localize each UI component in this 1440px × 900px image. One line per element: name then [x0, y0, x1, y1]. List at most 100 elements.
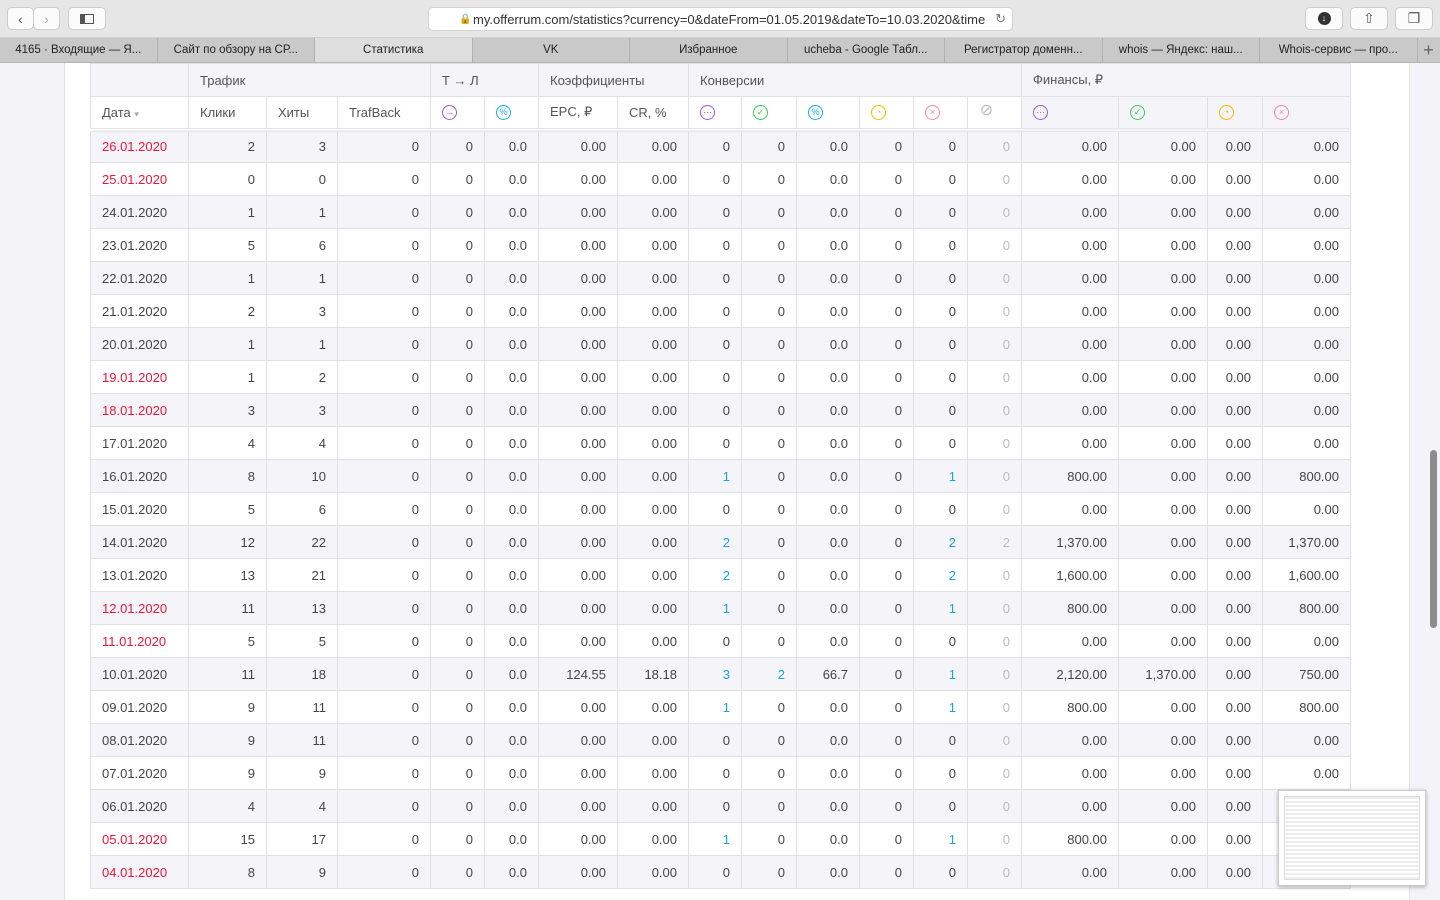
cell-fin-approved: 0.00	[1118, 459, 1208, 493]
cell-conv-rejected[interactable]: 1	[913, 822, 968, 856]
cell-date[interactable]: 12.01.2020	[90, 591, 189, 625]
reload-icon[interactable]: ↻	[995, 11, 1006, 27]
browser-tab[interactable]: Whois-сервис — про...	[1260, 38, 1418, 62]
header-epc[interactable]: EPC, ₽	[538, 96, 618, 132]
browser-tab[interactable]: 4165 · Входящие — Я...	[0, 38, 158, 62]
header-approved[interactable]: ✓	[1118, 96, 1208, 132]
header-pending[interactable]: ···	[1021, 96, 1119, 132]
cell-conv-total[interactable]: 2	[688, 558, 742, 592]
cell-conv-approved[interactable]: 2	[741, 657, 797, 691]
cell-date[interactable]: 20.01.2020	[90, 327, 189, 361]
table-row: 08.01.2020 9 11 0 0 0.0 0.00 0.00 0 0 0.0 0 0 0 0.00 0.…	[90, 723, 1351, 757]
cell-trafback: 0	[337, 591, 431, 625]
cell-conv-approved: 0	[741, 822, 797, 856]
cell-conv-total: 0	[688, 492, 742, 526]
cell-clicks: 1	[188, 327, 267, 361]
browser-tab[interactable]: whois — Яндекс: наш...	[1103, 38, 1260, 62]
cell-hits: 4	[266, 789, 338, 823]
cell-conv-trash: 0	[967, 426, 1022, 460]
header-date[interactable]: Дата ▾	[90, 96, 189, 132]
header-rejected[interactable]: ×	[1262, 96, 1351, 132]
header-clicks[interactable]: Клики	[188, 96, 267, 132]
forward-button[interactable]: ›	[33, 7, 60, 30]
header-trafback[interactable]: TrafBack	[337, 96, 431, 132]
cell-conv-pct: 0.0	[796, 723, 860, 757]
cell-date[interactable]: 09.01.2020	[90, 690, 189, 724]
cell-date[interactable]: 26.01.2020	[90, 129, 189, 163]
cell-date[interactable]: 04.01.2020	[90, 855, 189, 889]
cell-date[interactable]: 07.01.2020	[90, 756, 189, 790]
header-arrow-right[interactable]: →	[430, 96, 485, 132]
cell-conv-rejected[interactable]: 1	[913, 690, 968, 724]
tabs-overview-button[interactable]: ❐	[1395, 7, 1433, 30]
cell-conv-trash[interactable]: 2	[967, 525, 1022, 559]
header-hold[interactable]: ◔	[859, 96, 914, 132]
cell-date[interactable]: 19.01.2020	[90, 360, 189, 394]
cell-date[interactable]: 14.01.2020	[90, 525, 189, 559]
cell-conv-rejected[interactable]: 2	[913, 525, 968, 559]
cell-date[interactable]: 13.01.2020	[90, 558, 189, 592]
cell-date[interactable]: 24.01.2020	[90, 195, 189, 229]
cell-date[interactable]: 06.01.2020	[90, 789, 189, 823]
cell-date[interactable]: 15.01.2020	[90, 492, 189, 526]
cell-t2l-pct: 0.0	[484, 393, 539, 427]
cell-date[interactable]: 21.01.2020	[90, 294, 189, 328]
pending-icon: ···	[700, 105, 715, 121]
cell-hits: 13	[266, 591, 338, 625]
table-row: 04.01.2020 8 9 0 0 0.0 0.00 0.00 0 0 0.0 0 0 0 0.00 0.0…	[90, 855, 1351, 889]
cell-conv-total[interactable]: 1	[688, 822, 742, 856]
cell-date[interactable]: 05.01.2020	[90, 822, 189, 856]
new-tab-button[interactable]: +	[1418, 38, 1440, 62]
address-bar[interactable]: 🔒 my.offerrum.com/statistics?currency=0&d…	[428, 7, 1013, 31]
cell-conv-total[interactable]: 3	[688, 657, 742, 691]
cell-fin-rejected: 0.00	[1262, 261, 1351, 295]
cell-conv-total[interactable]: 2	[688, 525, 742, 559]
browser-tab[interactable]: Статистика	[315, 38, 473, 62]
cell-date[interactable]: 18.01.2020	[90, 393, 189, 427]
cell-fin-approved: 0.00	[1118, 327, 1208, 361]
cell-fin-hold: 0.00	[1207, 591, 1263, 625]
cell-conv-hold: 0	[859, 393, 914, 427]
cell-conv-rejected[interactable]: 1	[913, 657, 968, 691]
cell-fin-approved: 0.00	[1118, 690, 1208, 724]
header-percent[interactable]: %	[796, 96, 860, 132]
header-hold[interactable]: ◔	[1207, 96, 1263, 132]
cell-cr: 0.00	[617, 624, 689, 658]
cell-conv-rejected[interactable]: 2	[913, 558, 968, 592]
header-rejected[interactable]: ×	[913, 96, 968, 132]
cell-date[interactable]: 10.01.2020	[90, 657, 189, 691]
downloads-button[interactable]: ↓	[1305, 7, 1343, 30]
header-approved[interactable]: ✓	[741, 96, 797, 132]
browser-tab[interactable]: Сайт по обзору на СР...	[158, 38, 315, 62]
browser-tab[interactable]: VK	[473, 38, 630, 62]
cell-conv-total[interactable]: 1	[688, 459, 742, 493]
browser-tab[interactable]: Регистратор доменн...	[945, 38, 1103, 62]
cell-date[interactable]: 22.01.2020	[90, 261, 189, 295]
sidebar-toggle-button[interactable]	[68, 7, 106, 30]
table-row: 26.01.2020 2 3 0 0 0.0 0.00 0.00 0 0 0.0 0 0 0 0.00 0.0…	[90, 129, 1351, 163]
header-percent[interactable]: %	[484, 96, 539, 132]
scrollbar-thumb[interactable]	[1430, 450, 1437, 628]
cell-date[interactable]: 25.01.2020	[90, 162, 189, 196]
cell-date[interactable]: 08.01.2020	[90, 723, 189, 757]
cell-t2l: 0	[430, 723, 485, 757]
cell-conv-rejected[interactable]: 1	[913, 459, 968, 493]
header-trash[interactable]: ⊘	[967, 96, 1022, 132]
header-pending[interactable]: ···	[688, 96, 742, 132]
header-cr[interactable]: CR, %	[617, 96, 689, 132]
share-button[interactable]: ⇧	[1350, 7, 1388, 30]
cell-conv-total[interactable]: 1	[688, 591, 742, 625]
header-hits[interactable]: Хиты	[266, 96, 338, 132]
cell-conv-pct: 0.0	[796, 492, 860, 526]
cell-fin-approved: 0.00	[1118, 492, 1208, 526]
back-button[interactable]: ‹	[7, 7, 34, 30]
cell-date[interactable]: 16.01.2020	[90, 459, 189, 493]
browser-tab[interactable]: Избранное	[630, 38, 788, 62]
cell-date[interactable]: 23.01.2020	[90, 228, 189, 262]
cell-date[interactable]: 17.01.2020	[90, 426, 189, 460]
cell-fin-rejected: 800.00	[1262, 591, 1351, 625]
cell-conv-total[interactable]: 1	[688, 690, 742, 724]
browser-tab[interactable]: ucheba - Google Табл...	[788, 38, 945, 62]
cell-conv-rejected[interactable]: 1	[913, 591, 968, 625]
cell-date[interactable]: 11.01.2020	[90, 624, 189, 658]
